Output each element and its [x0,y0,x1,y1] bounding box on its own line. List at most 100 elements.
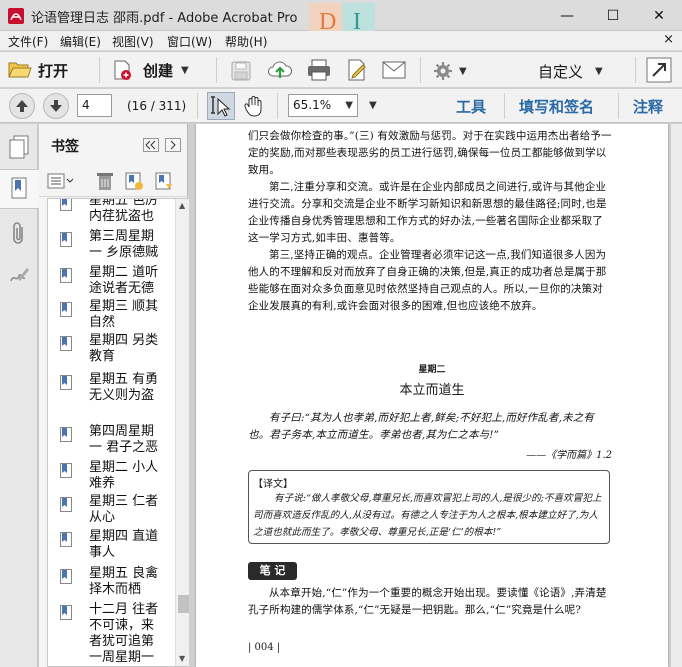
bookmarks-scrollbar[interactable]: ▲ ▼ [175,199,190,666]
bookmark-label: 星期二 道听途说者无德 [89,265,159,296]
chevron-down-icon: ▼ [345,100,353,111]
bookmarks-panel: 书签 星期五 色厉内荏犹盗也 第三周星期一 乡原德贼 星期二 道听途说者无德 星… [39,124,203,667]
bookmark-icon [60,427,72,442]
bookmark-label: 星期五 色厉内荏犹盗也 [89,198,159,224]
zoom-select[interactable]: 65.1% ▼ [288,94,358,117]
scroll-down-icon[interactable]: ▼ [179,654,187,663]
minimize-button[interactable]: — [544,0,590,31]
print-icon[interactable] [306,58,332,82]
bookmarks-tab[interactable] [0,169,39,209]
collapse-panel-icon[interactable] [143,138,159,152]
bookmarks-list: 星期五 色厉内荏犹盗也 第三周星期一 乡原德贼 星期二 道听途说者无德 星期三 顺其自… [47,198,203,667]
new-bookmark-icon[interactable] [124,171,144,191]
bookmark-icon [60,232,72,247]
more-tools-icon[interactable]: ▼ [369,100,377,111]
bookmarks-toolbar [39,165,188,197]
signatures-tab[interactable] [0,255,38,295]
bookmark-icon [60,497,72,512]
create-label: 创建 [143,61,174,80]
page-thumbnails-tab[interactable] [0,127,38,167]
customize-dropdown[interactable]: 自定义 ▼ [538,60,618,82]
cursor-select-icon [211,96,231,117]
menu-file[interactable]: 文件(F) [8,33,48,50]
day-heading: 星期二 [418,365,446,375]
edit-document-icon[interactable] [345,58,369,82]
arrow-up-icon [16,100,28,112]
save-icon[interactable] [230,60,252,82]
bookmark-label: 第四周星期一 君子之恶 [89,424,159,455]
bookmark-icon [60,302,72,317]
quote: 有子曰:“其为人也孝弟,而好犯上者,鲜矣;不好犯上,而好作乱者,未之有也。君子务… [248,412,595,441]
select-tool-button[interactable] [207,92,235,120]
bookmark-label: 星期五 有勇无义则为盗 [89,372,159,403]
create-pdf-icon [114,60,131,80]
settings-button[interactable]: ▼ [433,60,473,82]
folder-icon [8,62,32,78]
next-page-button[interactable] [43,93,69,119]
menu-view[interactable]: 视图(V) [112,33,154,50]
maximize-button[interactable]: ☐ [590,0,636,31]
hand-tool-icon[interactable] [242,94,266,118]
bookmark-icon [60,375,72,390]
tools-pane-link[interactable]: 工具 [456,96,486,117]
fill-sign-pane-link[interactable]: 填写和签名 [519,96,594,117]
window-title: 论语管理日志 邵雨.pdf - Adobe Acrobat Pro [31,11,298,26]
bookmark-from-selection-icon[interactable] [154,171,174,191]
create-button[interactable]: 创建 ▼ [111,57,199,83]
close-window-button[interactable]: ✕ [636,0,682,31]
navigation-toolbar: 4 (16 / 311) 65.1% ▼ ▼ 工具 填写和签名 注释 [0,89,682,123]
scroll-up-icon[interactable]: ▲ [179,201,187,210]
paperclip-icon [13,222,23,244]
bookmark-icon [60,336,72,351]
chevron-down-icon: ▼ [181,64,189,76]
title-bar: 论语管理日志 邵雨.pdf - Adobe Acrobat Pro D I — … [0,0,682,37]
notes-label: 笔 记 [248,562,297,580]
paragraph: 第二,注重分享和交流。或许是在企业内部成员之间进行,或许与其他企业进行交流。分享… [248,181,607,244]
bookmark-ribbon-icon [11,177,26,199]
separator [504,93,505,119]
bookmark-icon [60,532,72,547]
document-view[interactable]: 们只会做你检查的事。”(三) 有效激励与惩罚。对于在实践中运用杰出者给予一定的奖… [189,124,682,667]
bookmark-icon [60,569,72,584]
email-icon[interactable] [381,60,407,80]
customize-label: 自定义 [538,62,584,81]
menu-window[interactable]: 窗口(W) [167,33,212,50]
separator [277,93,278,119]
separator [635,57,636,83]
main-toolbar: 打开 创建 ▼ ▼ 自定义 ▼ [0,52,682,88]
paragraph: 们只会做你检查的事。”(三) 有效激励与惩罚。对于在实践中运用杰出者给予一定的奖… [248,130,612,176]
expand-panel-icon[interactable] [165,138,181,152]
page-number: | 004 | [248,642,281,653]
bookmark-icon [60,199,72,211]
menu-bar: 文件(F) 编辑(E) 视图(V) 窗口(W) 帮助(H) × [0,31,682,51]
fullscreen-icon[interactable] [646,57,672,83]
paragraph: 第三,坚持正确的观点。企业管理者必须牢记这一点,我们知道很多人因为他人的不理解和… [248,249,607,312]
pdf-page: 们只会做你检查的事。”(三) 有效激励与惩罚。对于在实践中运用杰出者给予一定的奖… [196,124,668,667]
bookmarks-title: 书签 [51,139,79,155]
bookmark-label: 星期二 小人难养 [89,460,159,491]
bookmark-options-icon[interactable] [47,173,75,189]
gear-icon [434,62,452,80]
close-document-button[interactable]: × [663,32,674,47]
menu-edit[interactable]: 编辑(E) [60,33,101,50]
previous-page-button[interactable] [9,93,35,119]
cloud-upload-icon[interactable] [267,58,293,82]
translation-label: 【译文】 [253,479,293,490]
bookmarks-header: 书签 [39,124,188,164]
attachments-tab[interactable] [0,213,38,253]
separator [420,57,421,83]
menu-help[interactable]: 帮助(H) [225,33,267,50]
delete-bookmark-icon[interactable] [96,171,114,191]
open-button[interactable]: 打开 [8,57,84,83]
chevron-down-icon: ▼ [459,65,467,77]
bookmark-label: 星期五 良禽择木而栖 [89,566,159,597]
page-thumbnails-icon [9,135,29,159]
translation-text: 有子说:“做人孝敬父母,尊重兄长,而喜欢冒犯上司的人,是很少的;不喜欢冒犯上司而… [253,493,602,538]
scroll-thumb[interactable] [178,595,189,613]
chevron-down-icon: ▼ [595,65,603,77]
translation-box: 【译文】 有子说:“做人孝敬父母,尊重兄长,而喜欢冒犯上司的人,是很少的;不喜欢… [248,470,610,544]
document-scrollbar[interactable] [671,124,682,667]
separator [99,57,100,83]
comment-pane-link[interactable]: 注释 [633,96,663,117]
page-number-input[interactable]: 4 [77,94,112,117]
